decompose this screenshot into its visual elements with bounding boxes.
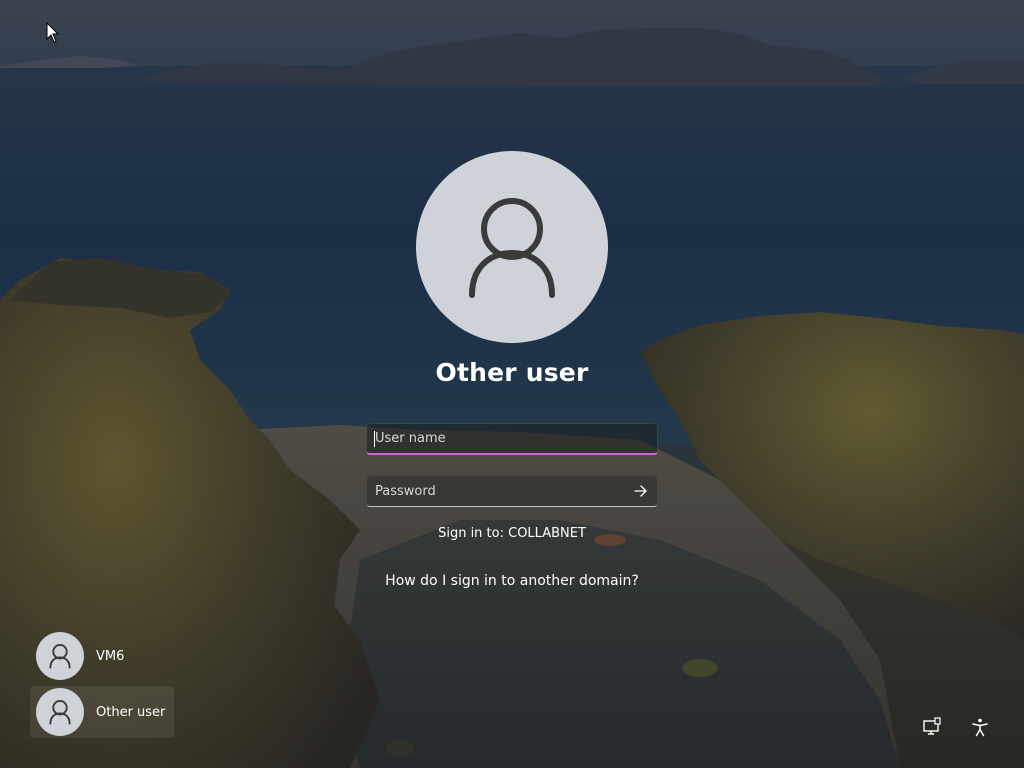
user-tile-other-user[interactable]: Other user — [30, 686, 174, 738]
user-title: Other user — [435, 358, 589, 387]
other-domain-link[interactable]: How do I sign in to another domain? — [312, 573, 712, 589]
user-tile-label: VM6 — [96, 648, 125, 664]
accessibility-icon — [972, 718, 988, 737]
text-caret — [374, 431, 375, 447]
username-input[interactable] — [367, 424, 657, 453]
user-avatar — [416, 151, 608, 343]
user-avatar-icon — [49, 644, 71, 669]
submit-arrow-button[interactable] — [631, 482, 651, 500]
user-avatar-icon — [469, 198, 555, 298]
network-button[interactable] — [918, 713, 946, 741]
user-avatar-icon — [49, 700, 71, 725]
password-field[interactable] — [366, 475, 658, 507]
user-tile-label: Other user — [96, 704, 166, 720]
password-input[interactable] — [367, 476, 657, 506]
tile-avatar — [36, 632, 84, 680]
arrow-right-icon — [634, 485, 647, 497]
tile-avatar — [36, 688, 84, 736]
user-tile-vm6[interactable]: VM6 — [30, 630, 174, 682]
mouse-cursor-icon — [46, 22, 60, 43]
accessibility-button[interactable] — [966, 713, 994, 741]
username-field[interactable] — [366, 423, 658, 455]
lock-screen: Other user Sign in to: COLLABNET How do … — [0, 0, 1024, 768]
network-icon — [923, 717, 941, 735]
sign-in-domain-label: Sign in to: COLLABNET — [438, 526, 586, 541]
